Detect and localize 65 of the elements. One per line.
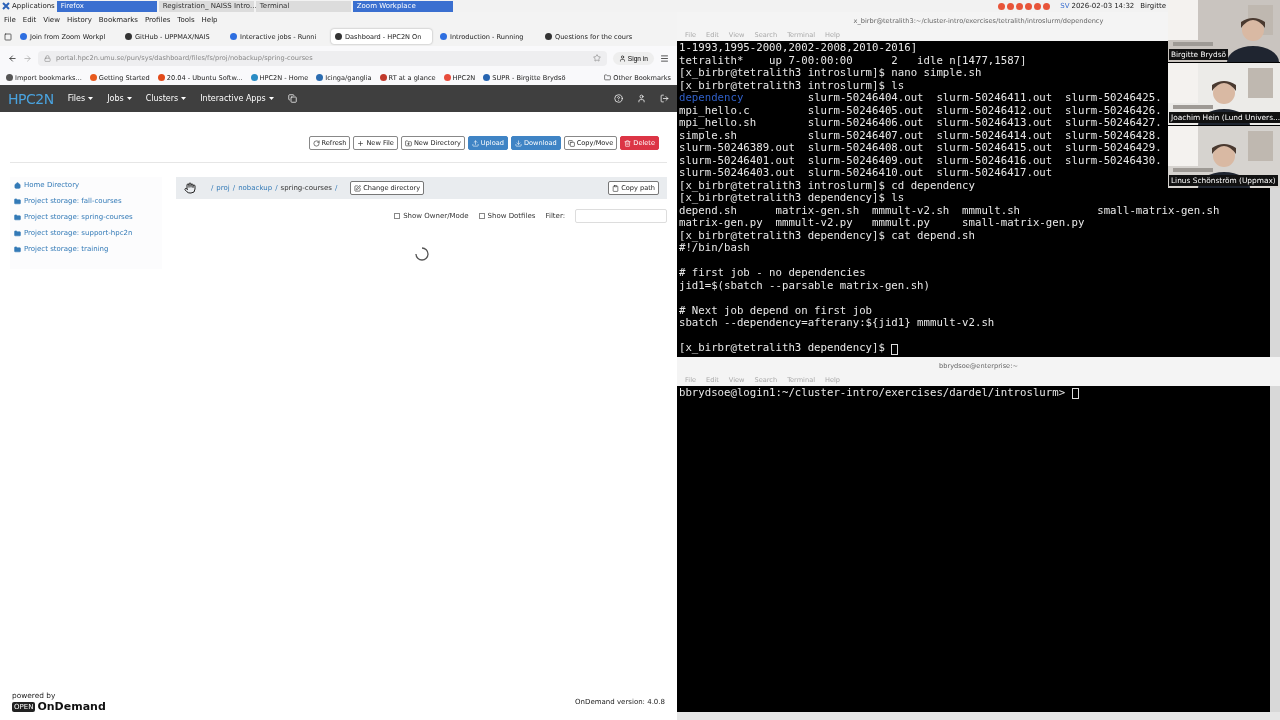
terminal-line: slurm-50246389.out slurm-50246408.out slurm-50246415.out slurm-50246429. bbox=[679, 142, 1162, 155]
checkbox[interactable] bbox=[478, 213, 485, 219]
caret-icon bbox=[88, 97, 94, 100]
clipboard-icon bbox=[612, 184, 620, 192]
caret-icon bbox=[268, 97, 274, 100]
terminal-line: depend.sh matrix-gen.sh mmmult-v2.sh mmmult.sh small-matrix-gen.sh bbox=[679, 204, 1220, 217]
terminal-line: matrix-gen.py mmmult-v2.py mmmult.py small-matrix-gen.py bbox=[679, 217, 1085, 230]
nav-dropdown[interactable]: Interactive Apps bbox=[200, 94, 274, 103]
checkbox[interactable] bbox=[394, 213, 401, 219]
logout-icon[interactable] bbox=[660, 94, 669, 103]
terminal-screen[interactable]: bbrydsoe@login1:~/cluster-intro/exercises/dardel/introslurm> bbox=[677, 386, 1280, 712]
copy-icon bbox=[567, 139, 575, 147]
terminal-line: slurm-50246403.out slurm-50246410.out slurm-50246417.out bbox=[679, 167, 1053, 180]
terminal-line: jid1=$(sbatch --parsable matrix-gen.sh) bbox=[679, 279, 930, 292]
terminal-line: 1-1993,1995-2000,2002-2008,2010-2016] bbox=[679, 42, 918, 55]
terminal-line: [x_birbr@tetralith3 dependency]$ bbox=[679, 329, 899, 355]
terminal-line: [x_birbr@tetralith3 dependency]$ cat depend.sh bbox=[679, 229, 975, 242]
documents-icon[interactable] bbox=[287, 94, 297, 103]
x-logo-icon bbox=[2, 2, 10, 10]
terminal-line: [x_birbr@tetralith3 introslurm]$ nano simple.sh bbox=[679, 67, 982, 80]
folder-icon bbox=[604, 74, 612, 81]
delete-icon bbox=[624, 139, 632, 147]
nav-dropdown[interactable]: Jobs bbox=[107, 94, 132, 103]
star-icon[interactable] bbox=[592, 54, 601, 62]
terminal-line: # first job - no dependencies bbox=[679, 265, 866, 280]
terminal-screen[interactable] bbox=[677, 41, 1280, 357]
terminal-line: [x_birbr@tetralith3 introslurm]$ ls bbox=[679, 79, 905, 92]
menu-icon[interactable] bbox=[660, 53, 669, 63]
terminal-line: mpi_hello.c slurm-50246405.out slurm-50246412.out slurm-50246426. bbox=[679, 104, 1162, 117]
tab-overview-icon[interactable] bbox=[4, 32, 12, 41]
ondemand-logo: OnDemand bbox=[37, 700, 106, 713]
terminal-line: [x_birbr@tetralith3 dependency]$ ls bbox=[679, 192, 905, 205]
folder-icon bbox=[14, 197, 21, 205]
upload-icon bbox=[471, 139, 479, 147]
folder-icon bbox=[14, 245, 21, 253]
nav-dropdown[interactable]: Files bbox=[67, 94, 94, 103]
terminal-line: # Next job depend on first job bbox=[679, 302, 873, 317]
terminal-line: simple.sh slurm-50246407.out slurm-50246414.out slurm-50246428. bbox=[679, 129, 1162, 142]
user-icon[interactable] bbox=[637, 94, 646, 103]
lock-icon bbox=[44, 54, 51, 62]
folder-icon bbox=[14, 229, 21, 237]
help-icon[interactable] bbox=[614, 94, 623, 103]
caret-icon bbox=[126, 97, 132, 100]
terminal-line: [x_birbr@tetralith3 introslurm]$ cd dependency bbox=[679, 179, 975, 192]
terminal-line: sbatch --dependency=afterany:${jid1} mmmult-v2.sh bbox=[679, 317, 995, 330]
terminal-line: slurm-50246401.out slurm-50246409.out slurm-50246416.out slurm-50246430. bbox=[679, 154, 1162, 167]
terminal-line: dependency slurm-50246404.out slurm-50246411.out slurm-50246425. bbox=[679, 92, 1162, 105]
refresh-icon bbox=[312, 139, 320, 147]
home-icon bbox=[14, 181, 21, 189]
caret-icon bbox=[181, 97, 187, 100]
terminal-line: #!/bin/bash bbox=[679, 242, 750, 255]
folder-icon bbox=[14, 213, 21, 221]
terminal-line: tetralith* up 7-00:00:00 2 idle n[1477,1587] bbox=[679, 54, 1027, 67]
hpc2n-logo[interactable]: HPC2N bbox=[8, 90, 54, 107]
filter-field[interactable] bbox=[575, 209, 667, 223]
nav-dropdown[interactable]: Clusters bbox=[145, 94, 187, 103]
new-file-icon bbox=[357, 139, 365, 147]
new-directory-icon bbox=[404, 139, 412, 147]
user-icon bbox=[618, 54, 626, 62]
edit-icon bbox=[354, 184, 362, 192]
back-icon[interactable] bbox=[8, 53, 17, 63]
terminal-line: mpi_hello.sh slurm-50246406.out slurm-50246413.out slurm-50246427. bbox=[679, 117, 1162, 130]
download-icon bbox=[514, 139, 522, 147]
terminal-line: bbrydsoe@login1:~/cluster-intro/exercises/dardel/introslurm> bbox=[679, 387, 1079, 400]
hand-icon[interactable] bbox=[184, 182, 196, 194]
